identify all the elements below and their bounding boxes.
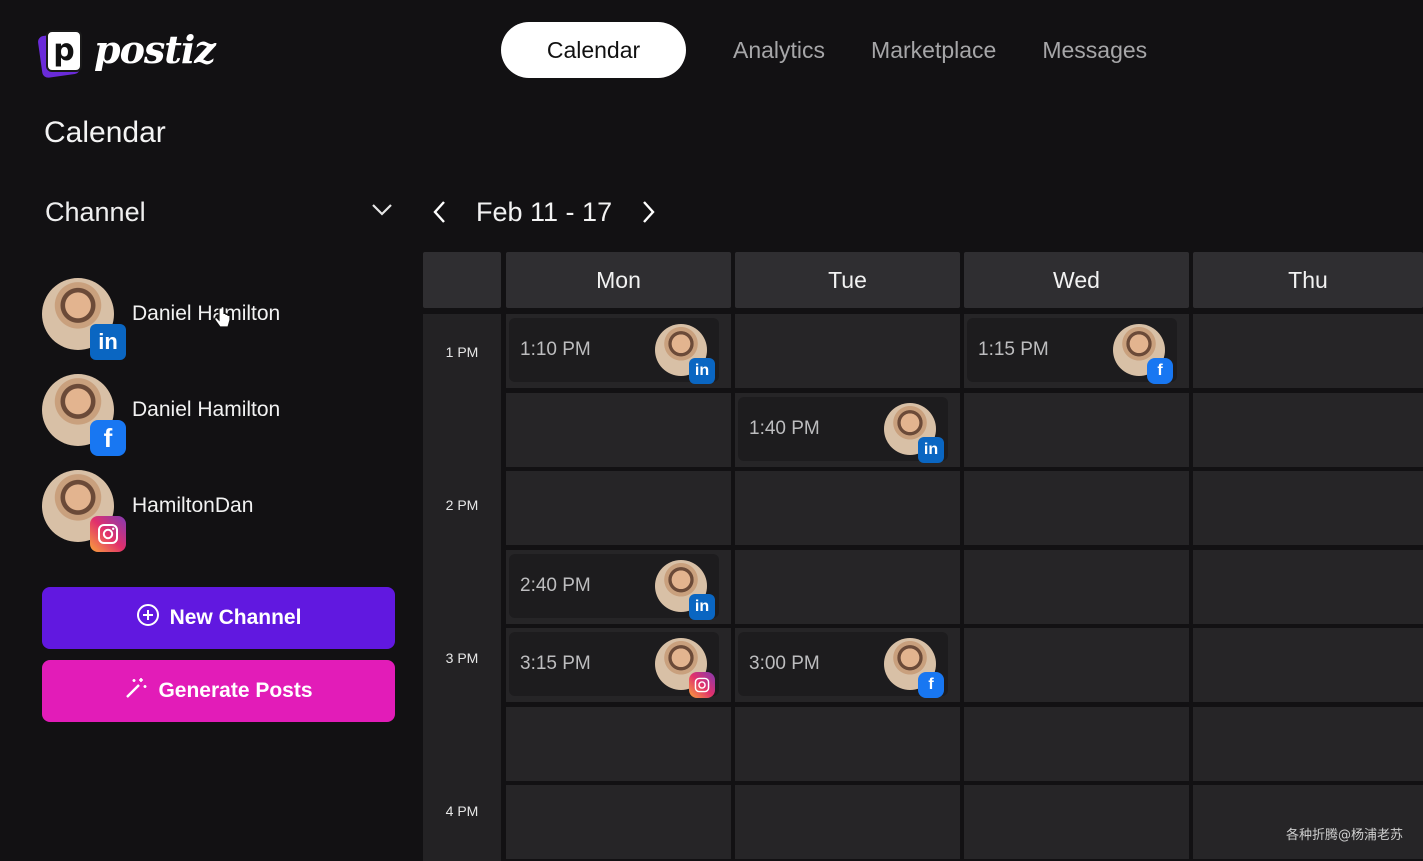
- calendar-slot[interactable]: [735, 785, 960, 859]
- time-label: 4 PM: [445, 803, 479, 819]
- week-label: Feb 11 - 17: [476, 196, 613, 227]
- calendar-slot[interactable]: [735, 706, 960, 781]
- calendar-slot[interactable]: [964, 471, 1189, 545]
- calendar-slot[interactable]: [1193, 471, 1423, 545]
- calendar-slot[interactable]: 1:40 PM in: [735, 392, 960, 467]
- instagram-icon: [689, 672, 715, 698]
- calendar-slot[interactable]: [964, 549, 1189, 624]
- facebook-icon: f: [90, 420, 126, 456]
- chevron-left-icon[interactable]: [426, 192, 452, 232]
- calendar-slot[interactable]: 1:10 PM in: [506, 314, 731, 388]
- post-time: 1:10 PM: [520, 339, 591, 360]
- pointer-cursor-icon: [214, 305, 232, 335]
- post-time: 3:00 PM: [749, 653, 820, 674]
- calendar-slot[interactable]: [506, 392, 731, 467]
- tab-messages[interactable]: Messages: [1019, 22, 1170, 78]
- channel-name: HamiltonDan: [132, 494, 254, 517]
- calendar-slot[interactable]: [1193, 706, 1423, 781]
- time-label: 2 PM: [445, 497, 479, 513]
- calendar-slot[interactable]: [735, 549, 960, 624]
- week-navigation: Feb 11 - 17: [426, 192, 662, 232]
- time-header-cell: [423, 252, 501, 308]
- calendar-slot[interactable]: 3:15 PM: [506, 628, 731, 702]
- linkedin-icon: in: [689, 593, 715, 620]
- post-time: 3:15 PM: [520, 653, 591, 674]
- calendar-slot[interactable]: [735, 314, 960, 388]
- tab-marketplace[interactable]: Marketplace: [848, 22, 1019, 78]
- time-label: 3 PM: [445, 650, 479, 666]
- calendar-slot[interactable]: 2:40 PM in: [506, 549, 731, 624]
- linkedin-icon: in: [689, 358, 715, 384]
- facebook-icon: f: [918, 672, 944, 698]
- facebook-icon: f: [1147, 358, 1173, 384]
- channel-name: Daniel Hamilton: [132, 398, 281, 421]
- brand-logo[interactable]: p postiz: [37, 26, 216, 79]
- post-time: 2:40 PM: [520, 574, 591, 596]
- calendar-slot[interactable]: [506, 471, 731, 545]
- brand-name: postiz: [94, 26, 216, 72]
- linkedin-icon: in: [90, 324, 126, 360]
- calendar-slot[interactable]: [506, 785, 731, 859]
- instagram-icon: [90, 516, 126, 552]
- top-nav: Calendar Analytics Marketplace Messages: [501, 22, 1170, 78]
- scheduled-post[interactable]: 1:40 PM in: [738, 396, 948, 463]
- tab-calendar[interactable]: Calendar: [501, 22, 686, 78]
- calendar-slot[interactable]: 1:15 PM f: [964, 314, 1189, 388]
- calendar-slot[interactable]: [964, 628, 1189, 702]
- app-root: p postiz Calendar Analytics Marketplace …: [0, 0, 1423, 861]
- calendar-slot[interactable]: [1193, 628, 1423, 702]
- scheduled-post[interactable]: 3:00 PM f: [738, 632, 948, 698]
- post-time: 1:40 PM: [749, 417, 820, 439]
- chevron-right-icon[interactable]: [636, 192, 662, 232]
- calendar-slot[interactable]: [735, 471, 960, 545]
- calendar-slot[interactable]: 3:00 PM f: [735, 628, 960, 702]
- day-header-tue: Tue: [735, 252, 960, 308]
- channel-item[interactable]: HamiltonDan: [42, 458, 280, 554]
- channel-name: Daniel Hamilton: [132, 302, 281, 325]
- calendar-slot[interactable]: [1193, 392, 1423, 467]
- channel-select-label: Channel: [45, 196, 146, 227]
- tab-analytics[interactable]: Analytics: [710, 22, 848, 78]
- channel-select[interactable]: Channel: [45, 190, 393, 234]
- channel-item[interactable]: f Daniel Hamilton: [42, 362, 280, 458]
- time-column: 1 PM 2 PM 3 PM 4 PM: [423, 314, 501, 861]
- calendar-slot[interactable]: [964, 392, 1189, 467]
- new-channel-label: New Channel: [169, 606, 302, 629]
- channel-item[interactable]: in Daniel Hamilton: [42, 266, 280, 362]
- plus-circle-icon: [136, 603, 160, 633]
- linkedin-icon: in: [918, 436, 944, 463]
- new-channel-button[interactable]: New Channel: [42, 587, 395, 649]
- day-header-wed: Wed: [964, 252, 1189, 308]
- calendar-slot[interactable]: [964, 785, 1189, 859]
- scheduled-post[interactable]: 1:15 PM f: [967, 318, 1177, 384]
- calendar-slot[interactable]: [1193, 549, 1423, 624]
- calendar-slot[interactable]: [506, 706, 731, 781]
- time-label: 1 PM: [445, 344, 479, 360]
- channel-list: in Daniel Hamilton f Daniel Hamilton Ham…: [42, 266, 280, 554]
- day-header-thu: Thu: [1193, 252, 1423, 308]
- magic-wand-icon: [124, 676, 148, 706]
- calendar-slot[interactable]: [1193, 785, 1423, 859]
- logo-icon: p: [37, 28, 84, 79]
- calendar-slot[interactable]: [964, 706, 1189, 781]
- page-title: Calendar: [44, 116, 166, 149]
- watermark: 各种折腾@杨浦老苏: [1285, 828, 1403, 843]
- calendar-slot[interactable]: [1193, 314, 1423, 388]
- scheduled-post[interactable]: 3:15 PM: [509, 632, 719, 698]
- scheduled-post[interactable]: 1:10 PM in: [509, 318, 719, 384]
- scheduled-post[interactable]: 2:40 PM in: [509, 553, 719, 620]
- chevron-down-icon: [371, 203, 393, 222]
- generate-posts-button[interactable]: Generate Posts: [42, 660, 395, 722]
- generate-posts-label: Generate Posts: [158, 679, 313, 702]
- post-time: 1:15 PM: [978, 339, 1049, 360]
- day-header-mon: Mon: [506, 252, 731, 308]
